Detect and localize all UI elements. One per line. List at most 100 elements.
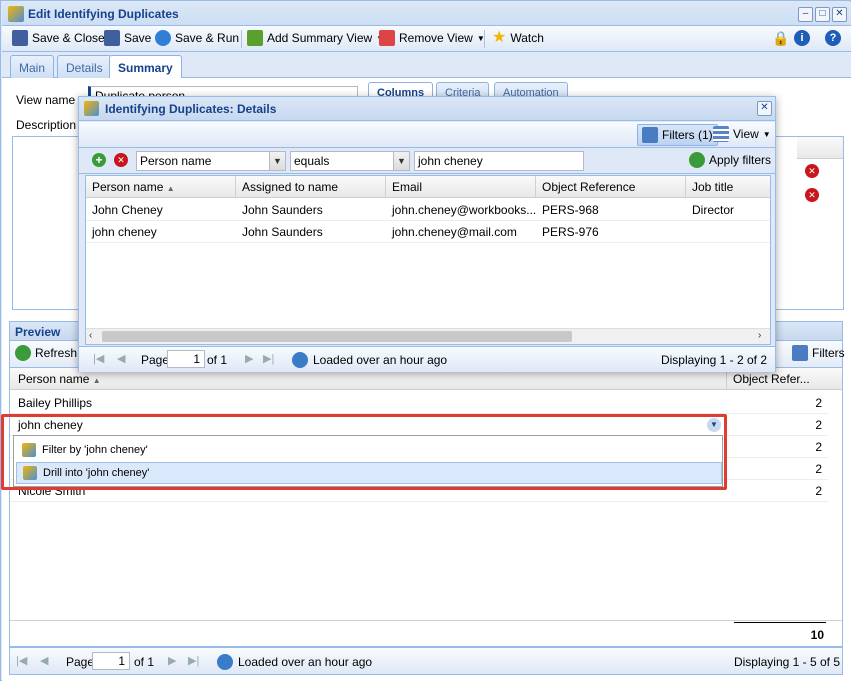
view-menu-button[interactable]: View ▼: [713, 126, 771, 142]
next-page-icon[interactable]: ▶: [245, 352, 253, 365]
report-icon: [8, 6, 24, 22]
tab-bar: Main Details Summary: [2, 52, 851, 79]
save-close-button[interactable]: Save & Close: [12, 30, 105, 46]
col-person-name[interactable]: Person name ▲: [86, 176, 236, 198]
watch-label: Watch: [510, 31, 544, 45]
next-page-icon[interactable]: ▶: [168, 654, 176, 667]
chevron-down-icon: ▼: [762, 129, 771, 139]
total-value: 10: [734, 622, 826, 647]
add-summary-view-button[interactable]: Add Summary View▼: [247, 30, 384, 46]
page-input[interactable]: 1: [92, 652, 130, 670]
modal-titlebar[interactable]: Identifying Duplicates: Details ✕: [79, 97, 775, 121]
save-close-label: Save & Close: [32, 31, 105, 45]
prev-page-icon[interactable]: ◀: [40, 654, 48, 667]
grid-view-icon: [713, 126, 729, 142]
chevron-down-icon: ▼: [269, 152, 285, 170]
window-title: Edit Identifying Duplicates: [28, 7, 179, 21]
maximize-icon[interactable]: □: [815, 7, 830, 22]
filter-field-select[interactable]: Person name ▼: [136, 151, 286, 171]
refresh-preview-button[interactable]: Refresh p: [15, 345, 87, 361]
remove-view-button[interactable]: Remove View ▼: [379, 30, 485, 46]
loaded-status: Loaded over an hour ago: [238, 655, 373, 669]
details-grid: Person name ▲ Assigned to name Email Obj…: [85, 175, 771, 345]
last-page-icon[interactable]: ▶|: [263, 352, 274, 365]
lock-icon[interactable]: 🔒: [772, 30, 789, 47]
highlight-box: [1, 414, 727, 490]
col-job-title[interactable]: Job title: [686, 176, 770, 198]
close-icon[interactable]: ✕: [832, 7, 847, 22]
toolbar-separator: [241, 30, 242, 48]
save-button[interactable]: Save: [104, 30, 151, 46]
report-icon: [84, 101, 99, 116]
remove-view-icon: [379, 30, 395, 46]
filter-icon: [792, 345, 808, 361]
col-email[interactable]: Email: [386, 176, 536, 198]
displaying-status: Displaying 1 - 2 of 2: [660, 353, 767, 367]
preview-filters-button[interactable]: Filters: [792, 345, 845, 361]
delete-row-icon[interactable]: ✕: [805, 188, 819, 202]
window-titlebar[interactable]: Edit Identifying Duplicates – □ ✕: [2, 2, 851, 26]
preview-grid: Person name ▲ Object Refer... Bailey Phi…: [9, 367, 843, 647]
filters-toggle-button[interactable]: Filters (1): [637, 124, 718, 146]
refresh-icon[interactable]: [217, 654, 233, 670]
details-modal: Identifying Duplicates: Details ✕ Filter…: [78, 96, 776, 372]
main-toolbar: Save & Close Save Save & Run Add Summary…: [2, 26, 851, 52]
first-page-icon[interactable]: |◀: [16, 654, 27, 667]
modal-toolbar: Filters (1) View ▼: [79, 122, 775, 148]
page-label: Page: [66, 655, 95, 669]
star-icon: ★: [492, 29, 507, 46]
save-label: Save: [124, 31, 152, 45]
filter-operator-select[interactable]: equals ▼: [290, 151, 410, 171]
table-row[interactable]: john cheney John Saunders john.cheney@ma…: [86, 221, 770, 243]
filter-value-input[interactable]: john cheney: [414, 151, 584, 171]
tab-summary[interactable]: Summary: [109, 55, 182, 79]
close-icon[interactable]: ✕: [757, 101, 772, 116]
tab-main[interactable]: Main: [10, 55, 55, 78]
page-of-label: of 1: [207, 353, 228, 367]
add-filter-icon[interactable]: +: [92, 153, 106, 167]
sort-asc-icon: ▲: [92, 376, 101, 385]
save-run-button[interactable]: Save & Run: [155, 30, 239, 46]
refresh-icon: [689, 152, 705, 168]
page-label: Page: [141, 353, 170, 367]
scroll-thumb[interactable]: [102, 331, 572, 342]
info-icon[interactable]: i: [794, 30, 810, 46]
first-page-icon[interactable]: |◀: [93, 352, 104, 365]
table-row[interactable]: John Cheney John Saunders john.cheney@wo…: [86, 199, 770, 221]
loaded-status: Loaded over an hour ago: [313, 353, 448, 367]
page-input[interactable]: 1: [167, 350, 205, 368]
apply-filters-button[interactable]: Apply filters: [689, 152, 771, 168]
col-object-reference[interactable]: Object Reference: [536, 176, 686, 198]
last-page-icon[interactable]: ▶|: [188, 654, 199, 667]
view-name-label: View name: [16, 93, 76, 107]
floppy-disk-icon: [12, 30, 28, 46]
remove-filter-icon[interactable]: ✕: [114, 153, 128, 167]
filter-icon: [642, 127, 658, 143]
preview-filters-label: Filters: [812, 346, 845, 360]
refresh-icon[interactable]: [292, 352, 308, 368]
scroll-left-icon[interactable]: ‹: [89, 330, 92, 341]
preview-pager: |◀ ◀ Page 1 of 1 ▶ ▶| Loaded over an hou…: [9, 647, 843, 675]
description-label: Description: [16, 118, 77, 132]
add-view-icon: [247, 30, 263, 46]
help-icon[interactable]: ?: [825, 30, 841, 46]
table-row[interactable]: Bailey Phillips 2: [10, 392, 828, 414]
page-of-label: of 1: [134, 655, 155, 669]
floppy-disk-icon: [104, 30, 120, 46]
grid-divider: [10, 620, 842, 621]
prev-page-icon[interactable]: ◀: [117, 352, 125, 365]
minimize-icon[interactable]: –: [798, 7, 813, 22]
displaying-status: Displaying 1 - 5 of 5: [733, 655, 840, 669]
scroll-right-icon[interactable]: ›: [758, 330, 761, 341]
delete-row-icon[interactable]: ✕: [805, 164, 819, 178]
modal-title: Identifying Duplicates: Details: [105, 102, 277, 116]
modal-pager: |◀ ◀ Page 1 of 1 ▶ ▶| Loaded over an hou…: [79, 346, 775, 372]
tab-details[interactable]: Details: [57, 55, 112, 78]
col-assigned-to[interactable]: Assigned to name: [236, 176, 386, 198]
filter-row: + ✕ Person name ▼ equals ▼ john cheney App…: [79, 148, 775, 174]
refresh-icon: [15, 345, 31, 361]
add-summary-view-label: Add Summary View: [267, 31, 373, 45]
sort-asc-icon: ▲: [166, 184, 175, 193]
horizontal-scrollbar[interactable]: ‹ ›: [86, 328, 770, 344]
watch-button[interactable]: ★ Watch: [492, 30, 544, 46]
